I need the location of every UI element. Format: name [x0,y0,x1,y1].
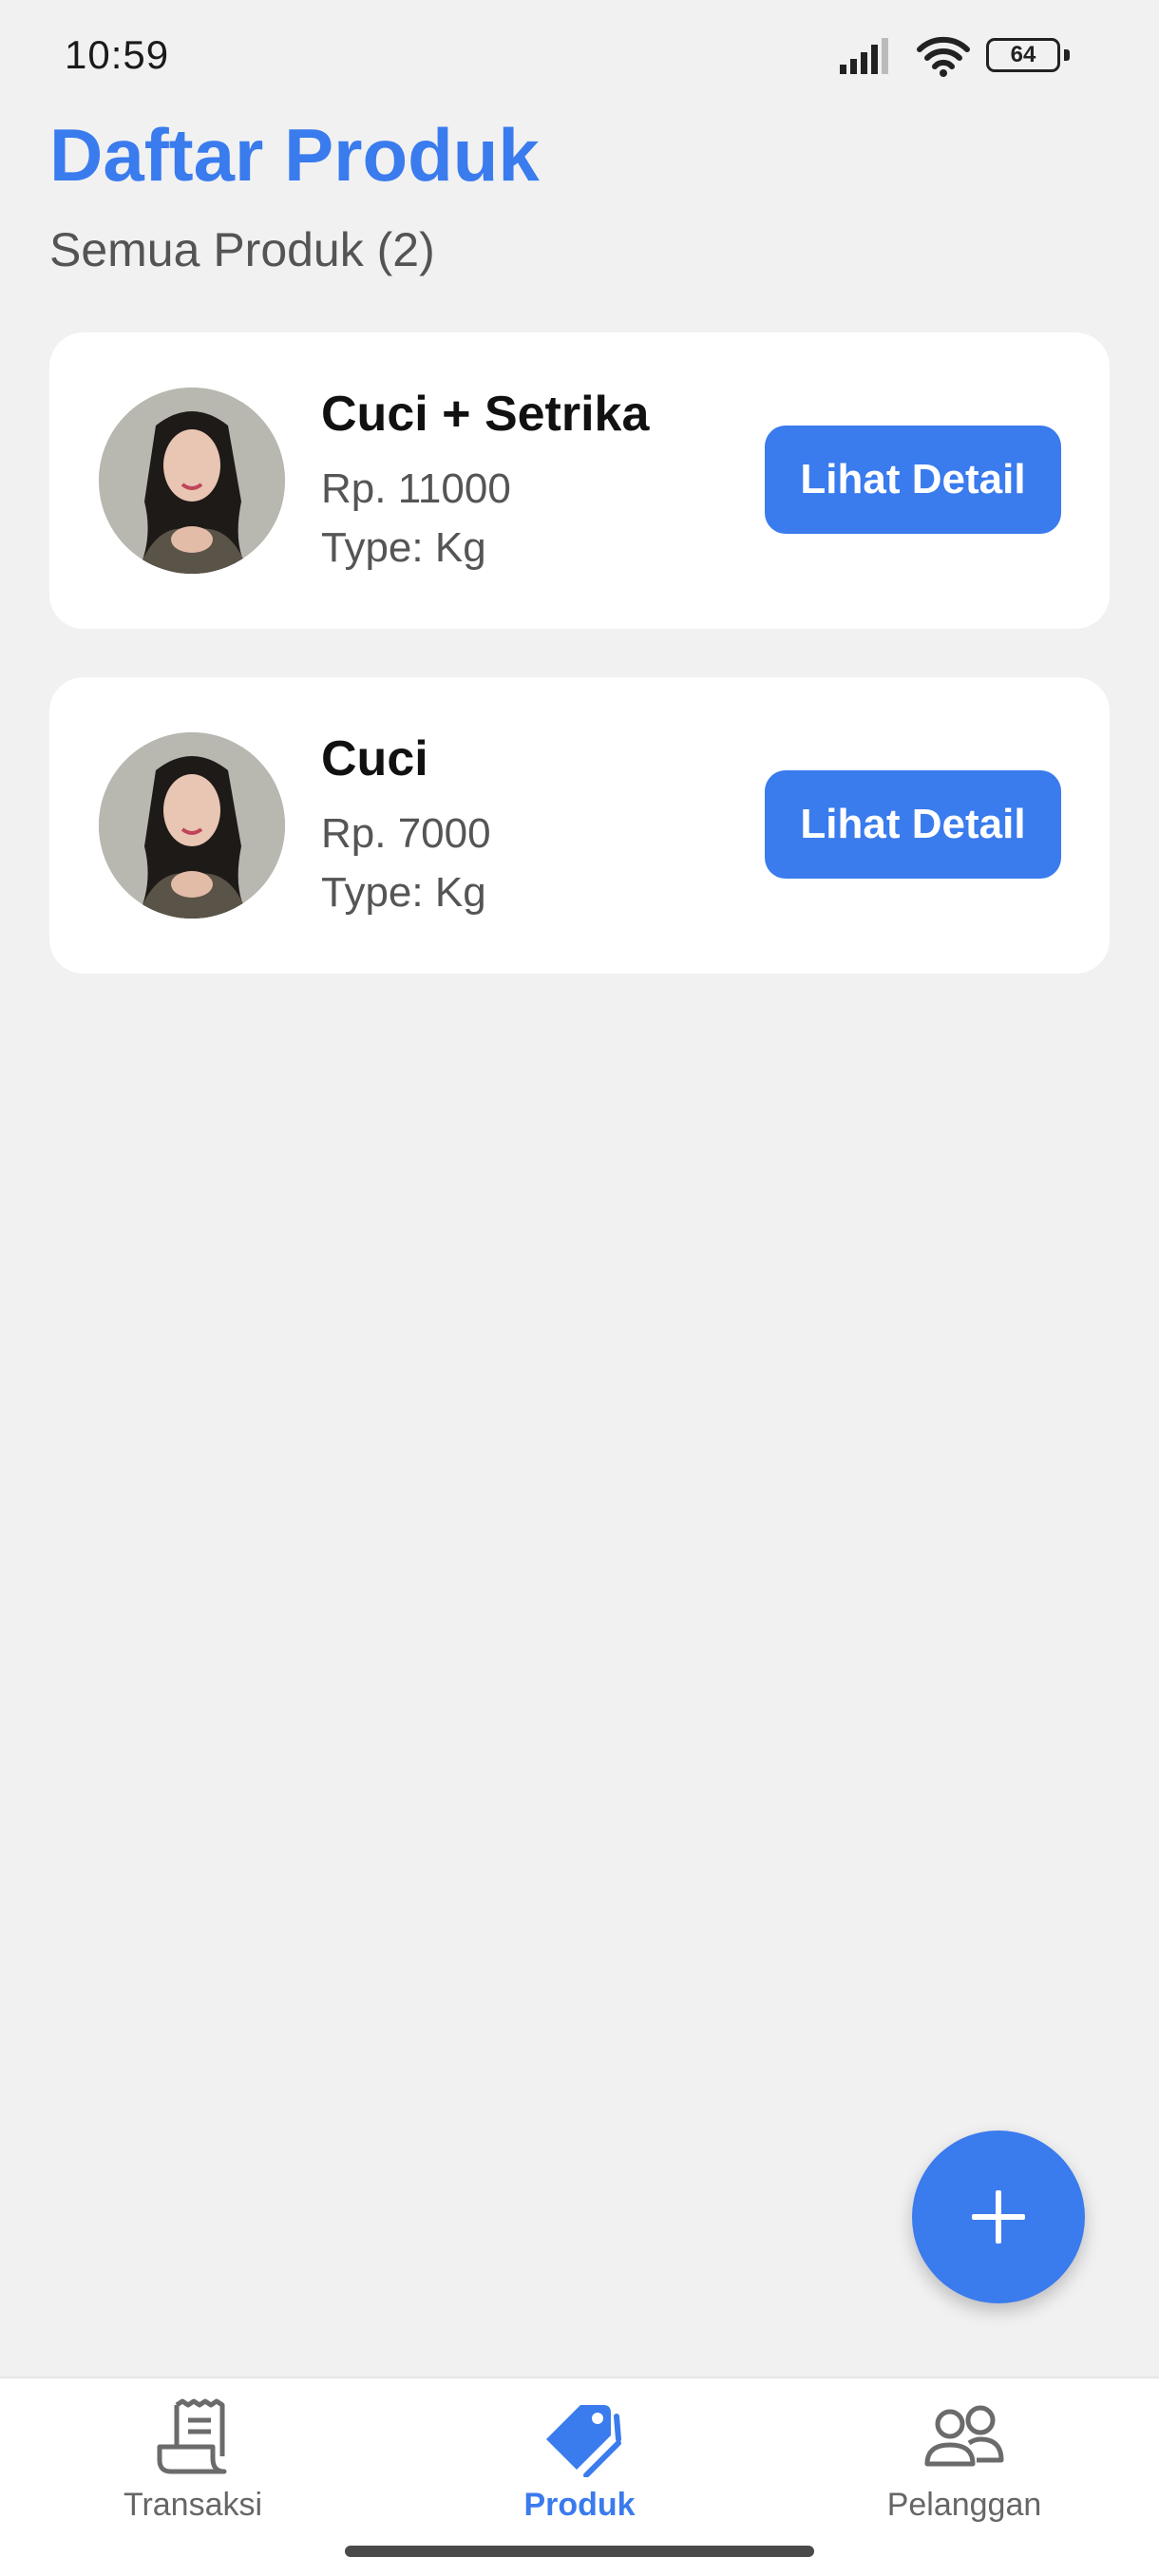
page-title: Daftar Produk [49,113,540,197]
product-avatar [99,388,285,574]
battery-nub [1064,49,1070,61]
product-type: Type: Kg [321,869,486,916]
nav-item-produk[interactable]: Produk [437,2397,722,2540]
users-icon [924,2405,1004,2467]
product-name: Cuci + Setrika [321,387,650,442]
wifi-icon [917,36,970,77]
view-detail-button[interactable]: Lihat Detail [765,770,1061,879]
status-time: 10:59 [65,32,170,77]
plus-icon [972,2190,1025,2244]
product-name: Cuci [321,731,428,786]
home-indicator[interactable] [345,2546,814,2557]
nav-label: Produk [523,2487,636,2523]
product-card: Cuci + Setrika Rp. 11000 Type: Kg Lihat … [49,332,1110,629]
signal-icon [840,38,888,74]
battery-icon: 64 [986,38,1060,72]
product-type: Type: Kg [321,524,486,571]
nav-item-transaksi[interactable]: Transaksi [50,2397,335,2540]
page-subtitle: Semua Produk (2) [49,223,435,276]
view-detail-button[interactable]: Lihat Detail [765,426,1061,534]
tag-icon [546,2405,621,2477]
product-avatar [99,732,285,919]
nav-item-pelanggan[interactable]: Pelanggan [822,2397,1107,2540]
receipt-icon [157,2398,227,2474]
product-price: Rp. 7000 [321,810,491,857]
nav-label: Pelanggan [886,2487,1042,2523]
add-product-button[interactable] [912,2131,1085,2303]
product-card: Cuci Rp. 7000 Type: Kg Lihat Detail [49,677,1110,974]
status-bar: 10:59 64 [0,0,1159,114]
nav-label: Transaksi [123,2487,263,2523]
product-price: Rp. 11000 [321,465,511,512]
